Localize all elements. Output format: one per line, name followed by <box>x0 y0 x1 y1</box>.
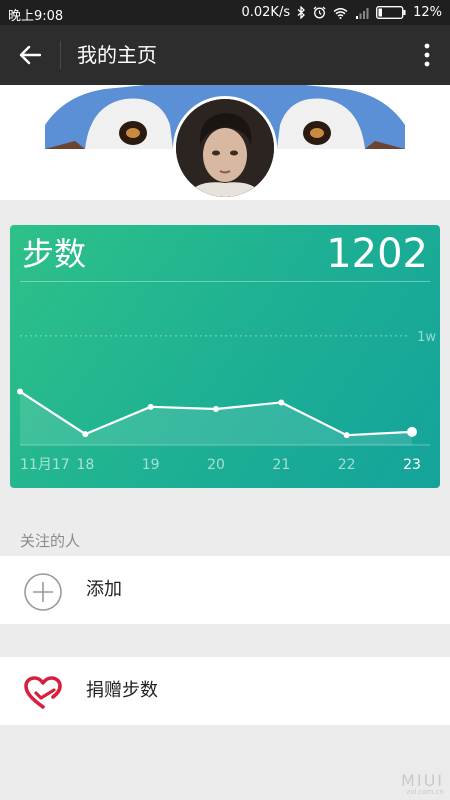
steps-card[interactable]: 步数 1202 1w 11月17 18 19 20 21 22 23 <box>10 225 440 488</box>
app-bar: 我的主页 <box>0 25 450 85</box>
back-button[interactable] <box>12 41 48 69</box>
donate-steps-row[interactable]: 捐赠步数 <box>0 657 450 725</box>
x-tick-label: 19 <box>142 457 160 473</box>
reference-line-label: 1w <box>417 330 436 345</box>
miui-watermark: MIUI zol.com.cn <box>401 773 444 797</box>
steps-chart: 1w 11月17 18 19 20 21 22 23 <box>17 330 436 473</box>
status-bar: 晚上9:08 0.02K/s 12% <box>0 0 450 25</box>
steps-point <box>407 426 417 437</box>
battery-level: 12% <box>413 5 442 20</box>
signal-icon <box>355 7 369 19</box>
bluetooth-icon <box>297 6 306 19</box>
battery-icon <box>376 6 406 19</box>
x-tick-label: 18 <box>76 457 94 473</box>
arrow-left-icon <box>19 45 41 65</box>
page-title: 我的主页 <box>77 43 157 67</box>
steps-point <box>343 432 350 439</box>
steps-area <box>20 391 412 445</box>
donate-steps-label: 捐赠步数 <box>86 680 158 701</box>
x-tick-label: 21 <box>272 457 290 473</box>
following-section-header: 关注的人 <box>0 527 450 555</box>
avatar[interactable] <box>173 96 277 200</box>
steps-point <box>17 388 23 395</box>
network-speed: 0.02K/s <box>241 5 291 20</box>
x-tick-label: 22 <box>338 457 356 473</box>
add-circle-icon <box>23 572 63 612</box>
steps-point <box>147 403 154 410</box>
add-following-label: 添加 <box>86 579 122 600</box>
more-button[interactable] <box>420 41 434 69</box>
x-tick-label: 23 <box>403 457 421 473</box>
wifi-icon <box>333 7 348 19</box>
profile-header <box>0 85 450 200</box>
steps-point <box>278 399 285 406</box>
x-tick-label: 11月17 <box>20 457 70 473</box>
status-time: 晚上9:08 <box>8 9 64 24</box>
x-tick-label: 20 <box>207 457 225 473</box>
heart-hand-icon <box>23 673 63 713</box>
alarm-icon <box>313 6 326 19</box>
steps-point <box>82 431 89 438</box>
add-following-row[interactable]: 添加 <box>0 556 450 624</box>
steps-point <box>213 406 219 412</box>
watermark-sub: zol.com.cn <box>406 788 444 796</box>
appbar-divider <box>60 41 61 69</box>
more-vertical-icon <box>424 43 430 67</box>
